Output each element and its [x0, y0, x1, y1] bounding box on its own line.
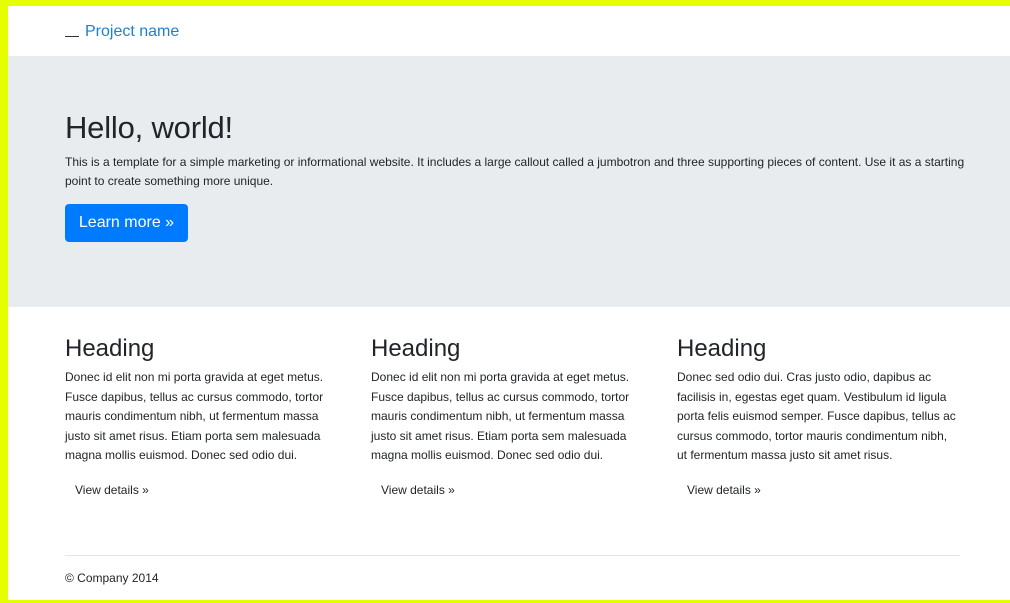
footer-copyright: © Company 2014 [65, 571, 159, 585]
view-details-button[interactable]: View details » [75, 483, 149, 497]
column-body: Donec sed odio dui. Cras justo odio, dap… [677, 370, 956, 462]
view-details-button[interactable]: View details » [687, 483, 761, 497]
brand-label: Project name [85, 23, 180, 40]
column-body: Donec id elit non mi porta gravida at eg… [371, 370, 630, 462]
learn-more-button[interactable]: Learn more » [65, 204, 188, 242]
jumbotron: Hello, world! This is a template for a s… [8, 56, 1010, 307]
footer-divider [65, 555, 960, 556]
navbar: Project name [8, 6, 1010, 56]
content-column-1: Heading Donec id elit non mi porta gravi… [65, 334, 345, 499]
content-column-2: Heading Donec id elit non mi porta gravi… [371, 334, 651, 499]
menu-bar-icon[interactable] [65, 27, 79, 37]
column-heading: Heading [65, 335, 155, 362]
jumbotron-text: This is a template for a simple marketin… [65, 155, 965, 188]
page-frame: Project name Hello, world! This is a tem… [0, 0, 1010, 603]
view-details-button[interactable]: View details » [381, 483, 455, 497]
content-column-3: Heading Donec sed odio dui. Cras justo o… [677, 334, 957, 499]
jumbotron-title: Hello, world! [65, 110, 233, 145]
column-body: Donec id elit non mi porta gravida at eg… [65, 370, 324, 462]
brand-link[interactable]: Project name [65, 23, 179, 41]
column-heading: Heading [371, 335, 461, 362]
column-heading: Heading [677, 335, 767, 362]
